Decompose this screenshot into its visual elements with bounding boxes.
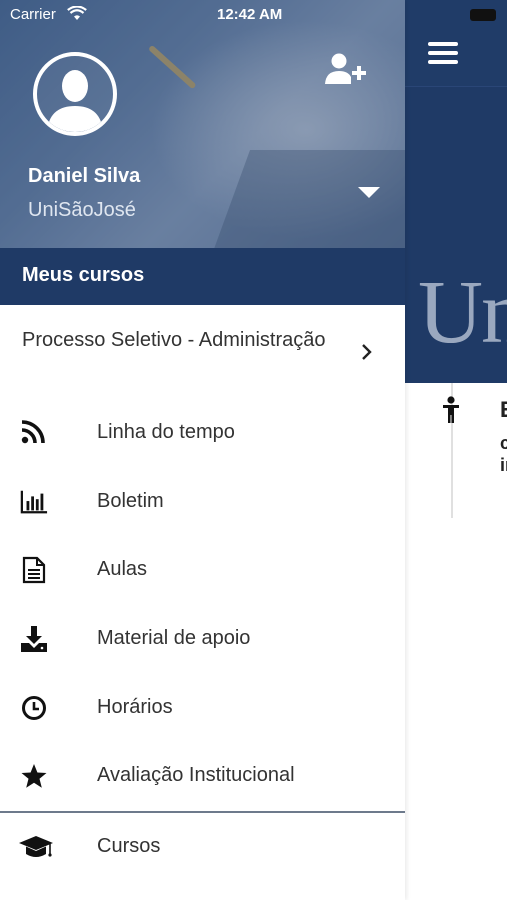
menu-item-courses[interactable]: Cursos <box>0 813 405 881</box>
download-icon <box>21 626 47 652</box>
chevron-right-icon[interactable] <box>360 342 374 362</box>
menu-item-label: Aulas <box>97 558 148 580</box>
menu-item-classes[interactable]: Aulas <box>0 536 405 604</box>
clock-icon <box>22 696 46 720</box>
status-bar: Carrier 12:42 AM <box>0 0 405 30</box>
course-selector[interactable]: Processo Seletivo - Administração <box>0 305 405 385</box>
document-icon <box>22 556 46 584</box>
menu-item-institutional-evaluation[interactable]: Avaliação Institucional <box>0 742 405 810</box>
course-name: Processo Seletivo - Administração <box>22 329 326 351</box>
add-user-icon[interactable] <box>324 52 368 88</box>
person-icon <box>443 396 459 423</box>
section-header-my-courses: Meus cursos <box>0 248 405 305</box>
navigation-drawer: Carrier 12:42 AM Daniel Silva UniSãoJosé <box>0 0 405 900</box>
wifi-icon <box>67 6 87 20</box>
user-silhouette-icon <box>47 70 103 132</box>
menu-item-support-material[interactable]: Material de apoio <box>0 605 405 673</box>
timeline-entry-line-2: ir <box>500 455 507 475</box>
institution-logo-fragment: Un <box>418 263 507 362</box>
menu-item-label: Linha do tempo <box>97 421 235 443</box>
menu-item-label: Material de apoio <box>97 627 251 649</box>
hamburger-menu-icon[interactable] <box>428 42 460 70</box>
menu-item-label: Horários <box>97 696 173 718</box>
menu-item-report-card[interactable]: Boletim <box>0 468 405 536</box>
battery-icon <box>470 9 496 21</box>
user-name: Daniel Silva <box>28 165 141 187</box>
graduation-cap-icon <box>19 836 53 857</box>
menu-item-schedule[interactable]: Horários <box>0 674 405 742</box>
bar-chart-icon <box>20 490 48 514</box>
menu-item-label: Avaliação Institucional <box>97 764 295 786</box>
avatar[interactable] <box>33 52 117 136</box>
account-dropdown-icon[interactable] <box>358 185 380 199</box>
rss-icon <box>21 420 45 444</box>
star-icon <box>21 764 47 788</box>
user-institution: UniSãoJosé <box>28 199 136 221</box>
profile-header: Carrier 12:42 AM Daniel Silva UniSãoJosé <box>0 0 405 248</box>
timeline-entry-line-1: c <box>500 433 507 453</box>
menu-item-timeline[interactable]: Linha do tempo <box>0 399 405 467</box>
timeline-entry-text: c ir <box>500 432 507 476</box>
clock-label: 12:42 AM <box>217 6 283 23</box>
menu-item-label: Boletim <box>97 490 164 512</box>
timeline-entry-title: E <box>500 397 507 423</box>
section-title: Meus cursos <box>22 264 145 286</box>
carrier-label: Carrier <box>10 6 56 23</box>
menu-item-label: Cursos <box>97 835 161 857</box>
